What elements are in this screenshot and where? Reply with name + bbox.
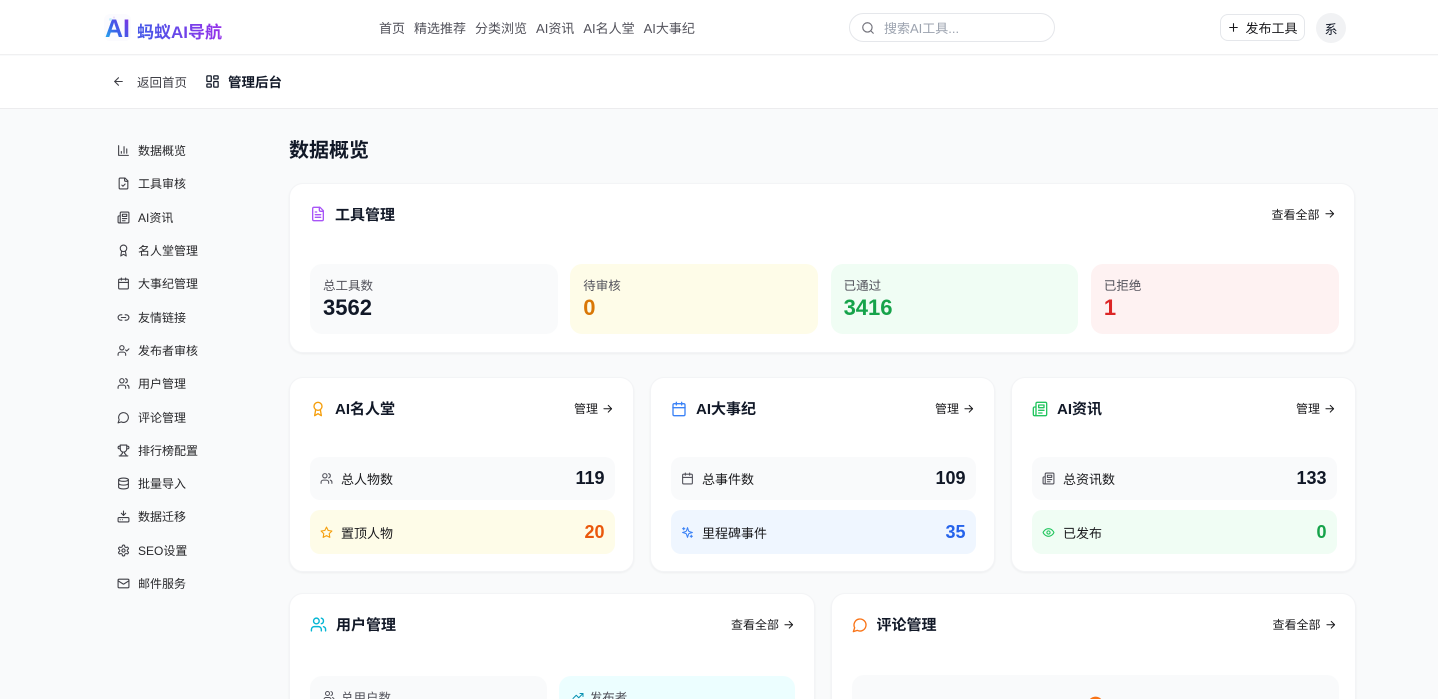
svg-text:AI: AI	[105, 15, 130, 41]
